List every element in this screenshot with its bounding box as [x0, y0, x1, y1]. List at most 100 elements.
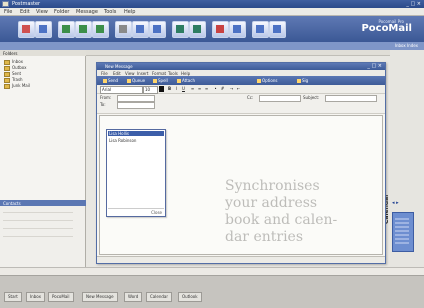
menu-tools[interactable]: Tools [104, 9, 116, 15]
popup-footer: Close [108, 208, 164, 215]
folder-label: Sent [12, 71, 22, 76]
divider [3, 220, 73, 221]
options-icon [257, 79, 261, 83]
window-controls[interactable]: _ □ × [406, 1, 421, 7]
app-titlebar [0, 0, 424, 8]
format-toolbar: Arial 10 B I U ≡ ≡ ≡ • # → ← [97, 85, 385, 94]
taskbar-start[interactable]: Start [4, 292, 22, 302]
find-button[interactable] [189, 21, 206, 38]
new-mail-button[interactable] [18, 21, 35, 38]
filter-button[interactable] [229, 21, 246, 38]
mailbox-icon [39, 25, 47, 33]
folder-item-outbox[interactable]: Outbox [4, 65, 26, 71]
folder-icon [4, 83, 10, 89]
folder-item-inbox[interactable]: Inbox [4, 59, 23, 65]
folder-label: Trash [12, 77, 23, 82]
from-field[interactable] [117, 95, 155, 102]
folder-panel-title: Folders [3, 51, 18, 56]
taskbar-item[interactable]: Inbox [26, 292, 45, 302]
spell-button[interactable]: Spell [153, 77, 168, 84]
italic-button[interactable]: I [174, 86, 179, 92]
junk-button[interactable] [212, 21, 229, 38]
brand-logo: PocoMail [361, 23, 412, 34]
compose-title: New Message [105, 64, 133, 69]
address-autocomplete-popup[interactable]: Lisa Hollis Lisa Robinson Close [106, 129, 166, 217]
to-field[interactable] [117, 102, 155, 109]
folder-icon [4, 71, 10, 77]
menu-edit[interactable]: Edit [20, 9, 30, 15]
menu-file[interactable]: File [4, 9, 12, 15]
reply-all-icon [79, 25, 87, 33]
folder-label: Inbox [12, 59, 23, 64]
align-center-icon[interactable]: ≡ [197, 86, 202, 92]
popup-close-button[interactable]: Close [151, 210, 162, 215]
caption-line: Synchronises [225, 178, 320, 194]
calendar-grid [395, 218, 409, 244]
compose-statusbar [97, 256, 385, 263]
autocomplete-selected-item[interactable]: Lisa Hollis [108, 131, 164, 136]
check-mail-button[interactable] [35, 21, 52, 38]
font-name-select[interactable]: Arial [100, 86, 143, 94]
delete-button[interactable] [132, 21, 149, 38]
reply-button[interactable] [58, 21, 75, 38]
message-list-header [86, 50, 390, 56]
numbered-list-icon[interactable]: # [220, 86, 225, 92]
options-compose-button[interactable]: Options [257, 77, 277, 84]
filter-icon [233, 25, 241, 33]
taskbar-item[interactable]: Word [124, 292, 143, 302]
send-button[interactable]: Send [103, 77, 118, 84]
paperclip-icon [177, 79, 181, 83]
address-book-button[interactable] [172, 21, 189, 38]
indent-icon[interactable]: → [229, 86, 234, 92]
folder-item-junk[interactable]: Junk Mail [4, 83, 30, 89]
subject-field[interactable] [325, 95, 377, 102]
taskbar-item[interactable]: PocoMail [48, 292, 74, 302]
menu-message[interactable]: Message [76, 9, 98, 15]
align-left-icon[interactable]: ≡ [190, 86, 195, 92]
underline-button[interactable]: U [181, 86, 186, 92]
print-button[interactable] [115, 21, 132, 38]
right-panel-icons[interactable]: ◂ ▸ [392, 200, 399, 206]
compose-window-controls[interactable]: _ □ × [367, 63, 382, 69]
folder-panel: Folders Inbox Outbox Sent Trash Junk Mai… [0, 50, 86, 200]
text-color-button[interactable] [159, 86, 164, 92]
view-bar: Inbox Index [0, 42, 424, 50]
printer-icon [119, 25, 127, 33]
options-button[interactable] [269, 21, 286, 38]
folder-icon [4, 77, 10, 83]
reply-all-button[interactable] [75, 21, 92, 38]
forward-button[interactable] [92, 21, 109, 38]
folder-icon [153, 25, 161, 33]
align-right-icon[interactable]: ≡ [204, 86, 209, 92]
move-button[interactable] [149, 21, 166, 38]
bold-button[interactable]: B [167, 86, 172, 92]
outdent-icon[interactable]: ← [236, 86, 241, 92]
menu-view[interactable]: View [36, 9, 48, 15]
gear-icon [273, 25, 281, 33]
contacts-panel: Contacts [0, 200, 86, 275]
taskbar-item[interactable]: Calendar [146, 292, 172, 302]
folder-item-trash[interactable]: Trash [4, 77, 23, 83]
cc-label: Cc: [247, 95, 254, 100]
search-icon [193, 25, 201, 33]
caption-line: your address [225, 195, 318, 211]
compose-titlebar[interactable]: New Message _ □ × [97, 63, 385, 70]
attach-button[interactable]: Attach [177, 77, 195, 84]
bullet-list-icon[interactable]: • [213, 86, 218, 92]
menu-help[interactable]: Help [124, 9, 135, 15]
taskbar-item[interactable]: Outlook [178, 292, 202, 302]
divider [3, 236, 73, 237]
folder-panel-header: Folders [0, 50, 86, 56]
contacts-panel-title: Contacts [3, 201, 21, 206]
taskbar-item[interactable]: New Message [82, 292, 118, 302]
folder-icon [4, 59, 10, 65]
queue-button[interactable]: Queue [127, 77, 145, 84]
queue-icon [127, 79, 131, 83]
calendar-button[interactable] [252, 21, 269, 38]
folder-item-sent[interactable]: Sent [4, 71, 21, 77]
cc-field[interactable] [259, 95, 301, 102]
signature-button[interactable]: Sig [297, 77, 308, 84]
autocomplete-item[interactable]: Lisa Robinson [109, 138, 136, 143]
font-size-select[interactable]: 10 [143, 86, 158, 94]
menu-folder[interactable]: Folder [54, 9, 69, 15]
